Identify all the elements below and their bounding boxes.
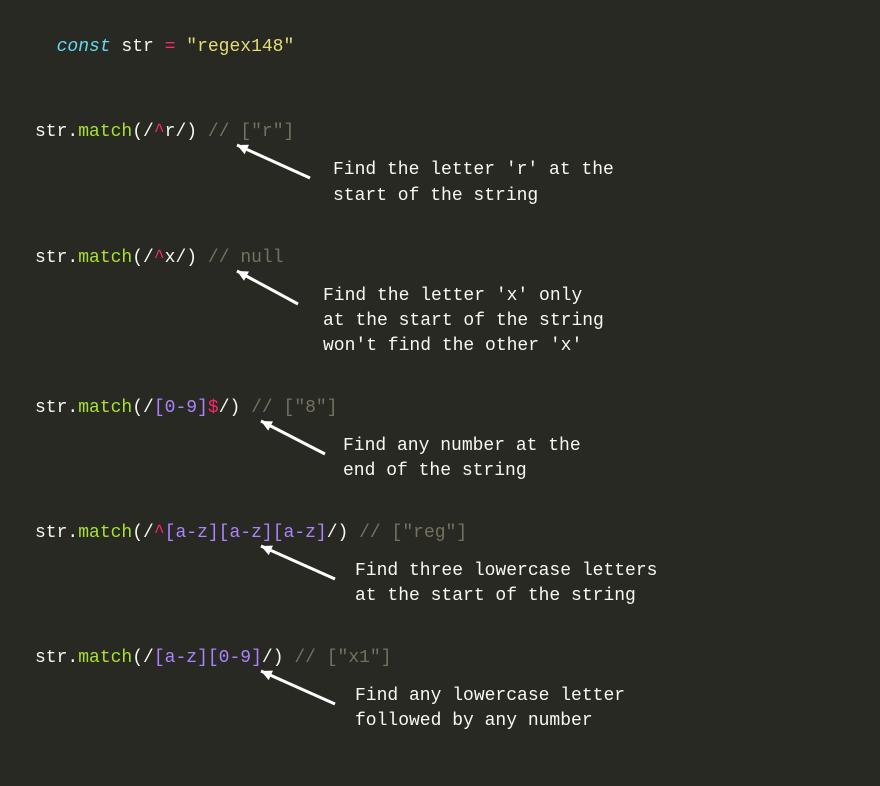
equals-op: = xyxy=(165,37,176,57)
keyword-const: const xyxy=(57,37,111,57)
paren-open: ( xyxy=(132,398,143,418)
regex-anchor: ^ xyxy=(154,122,165,142)
space xyxy=(175,37,186,57)
method-name: match xyxy=(78,523,132,543)
method-name: match xyxy=(78,398,132,418)
regex-anchor: $ xyxy=(208,398,219,418)
example-block: str.match(/[0-9]$/) // ["8"]Find any num… xyxy=(35,396,845,501)
annotation-text: Find the letter 'r' at the start of the … xyxy=(333,158,614,208)
annotation-text: Find any number at the end of the string xyxy=(343,434,581,484)
var-name: str xyxy=(111,37,165,57)
regex-char-class: [a-z][a-z][a-z] xyxy=(165,523,327,543)
code-line: str.match(/[0-9]$/) // ["8"] xyxy=(35,396,845,421)
result-comment: // ["x1"] xyxy=(284,648,392,668)
annotation-text: Find three lowercase letters at the star… xyxy=(355,559,657,609)
result-comment: // ["8"] xyxy=(240,398,337,418)
regex-char-class: [a-z][0-9] xyxy=(154,648,262,668)
regex-close: / xyxy=(219,398,230,418)
regex-anchor: ^ xyxy=(154,523,165,543)
example-block: str.match(/^x/) // nullFind the letter '… xyxy=(35,246,845,376)
code-line: str.match(/^x/) // null xyxy=(35,246,845,271)
regex-close: / xyxy=(262,648,273,668)
annotation-text: Find the letter 'x' only at the start of… xyxy=(323,284,604,360)
regex-anchor: ^ xyxy=(154,248,165,268)
regex-close: / xyxy=(327,523,338,543)
code-line: str.match(/^[a-z][a-z][a-z]/) // ["reg"] xyxy=(35,521,845,546)
result-comment: // ["reg"] xyxy=(348,523,467,543)
paren-close: ) xyxy=(273,648,284,668)
paren-close: ) xyxy=(338,523,349,543)
code-line: str.match(/^r/) // ["r"] xyxy=(35,120,845,145)
regex-literal: r xyxy=(165,122,176,142)
paren-close: ) xyxy=(186,248,197,268)
method-name: match xyxy=(78,648,132,668)
result-comment: // null xyxy=(197,248,283,268)
regex-close: / xyxy=(175,122,186,142)
method-name: match xyxy=(78,248,132,268)
string-literal: "regex148" xyxy=(186,37,294,57)
obj-prefix: str. xyxy=(35,248,78,268)
regex-open: / xyxy=(143,648,154,668)
paren-open: ( xyxy=(132,648,143,668)
regex-literal: x xyxy=(165,248,176,268)
regex-open: / xyxy=(143,523,154,543)
obj-prefix: str. xyxy=(35,398,78,418)
example-block: str.match(/^r/) // ["r"]Find the letter … xyxy=(35,120,845,225)
result-comment: // ["r"] xyxy=(197,122,294,142)
example-block: str.match(/^[a-z][a-z][a-z]/) // ["reg"]… xyxy=(35,521,845,626)
const-declaration: const str = "regex148" xyxy=(35,10,845,60)
paren-close: ) xyxy=(186,122,197,142)
obj-prefix: str. xyxy=(35,523,78,543)
paren-open: ( xyxy=(132,248,143,268)
annotation-text: Find any lowercase letter followed by an… xyxy=(355,684,625,734)
paren-close: ) xyxy=(230,398,241,418)
obj-prefix: str. xyxy=(35,122,78,142)
regex-open: / xyxy=(143,122,154,142)
paren-open: ( xyxy=(132,122,143,142)
method-name: match xyxy=(78,122,132,142)
regex-open: / xyxy=(143,248,154,268)
regex-close: / xyxy=(175,248,186,268)
regex-open: / xyxy=(143,398,154,418)
paren-open: ( xyxy=(132,523,143,543)
regex-char-class: [0-9] xyxy=(154,398,208,418)
obj-prefix: str. xyxy=(35,648,78,668)
code-line: str.match(/[a-z][0-9]/) // ["x1"] xyxy=(35,646,845,671)
example-block: str.match(/[a-z][0-9]/) // ["x1"]Find an… xyxy=(35,646,845,751)
